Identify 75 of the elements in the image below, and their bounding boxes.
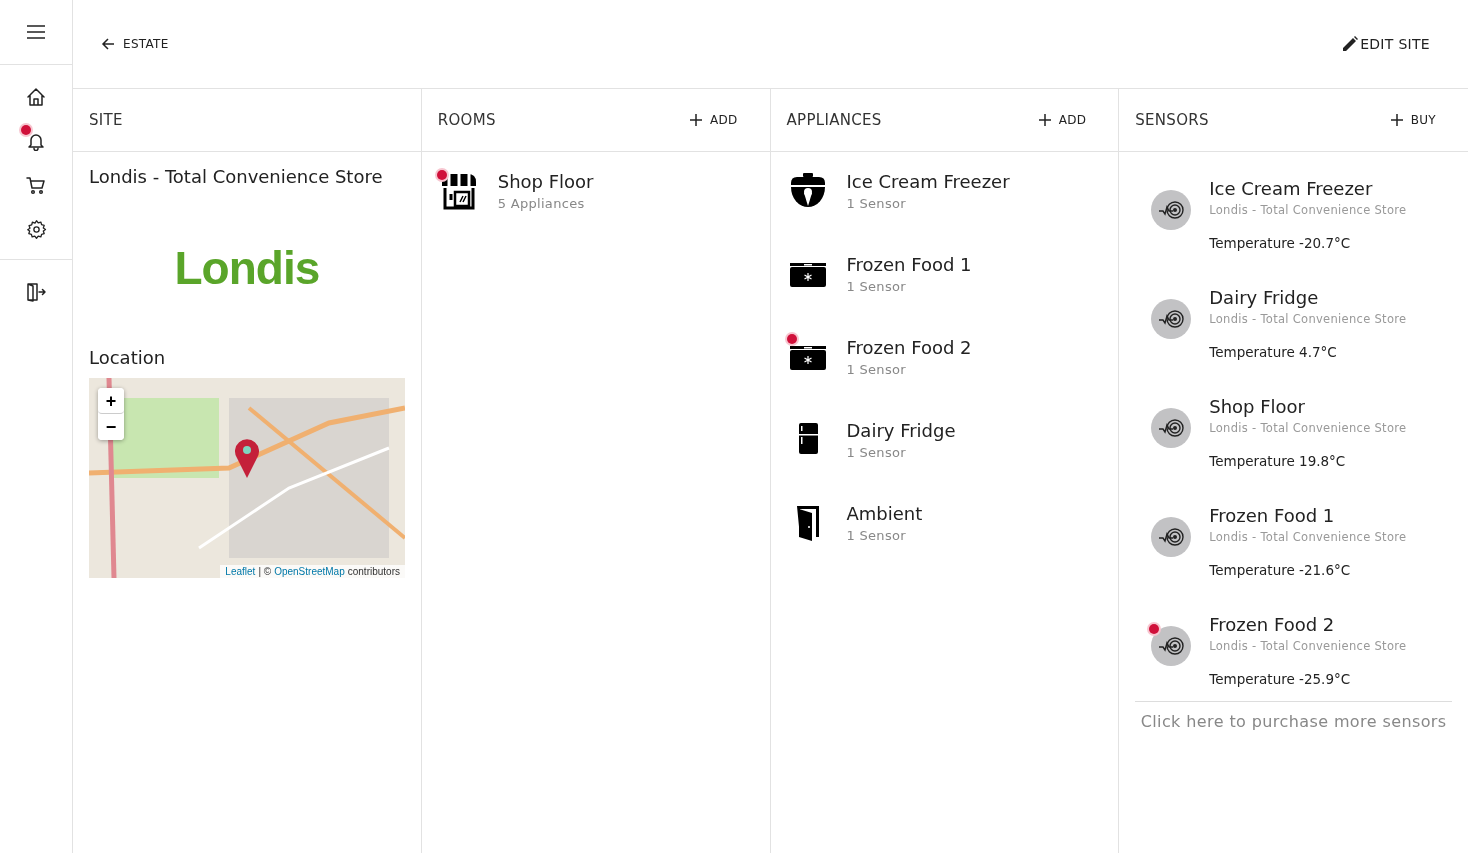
column-title: SITE (89, 111, 123, 129)
site-name: Londis - Total Convenience Store (89, 166, 384, 187)
attribution-link[interactable]: Leaflet (225, 566, 256, 577)
appliance-item[interactable]: Ice Cream Freezer 1 Sensor (786, 170, 1103, 212)
sensor-signal-icon (1158, 201, 1185, 219)
sensor-signal-icon (1158, 528, 1185, 546)
back-button[interactable]: ESTATE (97, 33, 173, 55)
sensor-name: Frozen Food 1 (1209, 505, 1336, 526)
sensor-site: Londis - Total Convenience Store (1209, 203, 1407, 217)
sensor-name: Dairy Fridge (1209, 287, 1320, 308)
logo: Londis (173, 241, 321, 295)
home-icon (26, 87, 46, 107)
appliance-name: Frozen Food 1 (846, 254, 972, 275)
appliance-detail: 1 Sensor (846, 528, 907, 543)
sensor-signal-icon (1158, 419, 1185, 437)
column-title: ROOMS (437, 111, 496, 129)
location-title: Location (89, 347, 167, 368)
appliance-detail: 1 Sensor (846, 362, 907, 377)
sensor-reading: Temperature -20.7°C (1209, 235, 1352, 251)
appliance-detail: 1 Sensor (846, 445, 907, 460)
bell-icon (26, 131, 46, 151)
sensor-signal-icon (1158, 637, 1185, 655)
column-action-button[interactable]: ADD (685, 109, 742, 131)
sensor-signal-icon (1158, 310, 1185, 328)
sensor-reading: Temperature 19.8°C (1209, 453, 1347, 469)
appliance-detail: 1 Sensor (846, 279, 907, 294)
sensor-site: Londis - Total Convenience Store (1209, 639, 1407, 653)
sensor-item[interactable]: Ice Cream Freezer Londis - Total Convenience Store Temperature -20.7°C (1151, 178, 1452, 251)
sensor-name: Shop Floor (1209, 396, 1307, 417)
zoom-out-button[interactable]: − (98, 414, 124, 440)
appliance-name: Dairy Fridge (846, 420, 956, 441)
plus-icon (689, 114, 702, 126)
sensor-name: Ice Cream Freezer (1209, 178, 1374, 199)
sensor-site: Londis - Total Convenience Store (1209, 421, 1407, 435)
appliance-name: Ambient (846, 503, 923, 524)
menu-icon (27, 25, 45, 39)
column-action-button[interactable]: BUY (1386, 109, 1440, 131)
plus-icon (1390, 114, 1403, 126)
column-title: APPLIANCES (786, 111, 882, 129)
edit-site-button[interactable]: EDIT SITE (1338, 32, 1434, 56)
pencil-icon (1342, 36, 1359, 52)
sensor-item[interactable]: Frozen Food 2 Londis - Total Convenience Store Temperature -25.9°C (1151, 614, 1452, 687)
column-action-button[interactable]: ADD (1034, 109, 1091, 131)
sensor-reading: Temperature -21.6°C (1209, 562, 1352, 578)
plus-icon (1038, 114, 1051, 126)
sensor-reading: Temperature 4.7°C (1209, 344, 1338, 360)
map-pin-icon (234, 438, 260, 478)
column-title: SENSORS (1135, 111, 1209, 129)
sensor-reading: Temperature -25.9°C (1209, 671, 1352, 687)
map[interactable]: + − Leaflet | © OpenStreetMap contributors (89, 378, 405, 578)
appliance-item[interactable]: Frozen Food 2 1 Sensor (786, 336, 1103, 378)
appliance-detail: 1 Sensor (846, 196, 907, 211)
room-name: Shop Floor (497, 171, 594, 192)
attribution-link[interactable]: OpenStreetMap (274, 566, 345, 577)
zoom-in-button[interactable]: + (98, 388, 124, 414)
purchase-sensors-link[interactable]: Click here to purchase more sensors (1119, 702, 1468, 741)
attribution-text: | © (258, 566, 272, 577)
room-item[interactable]: Shop Floor 5 Appliances (437, 170, 754, 212)
appliance-name: Ice Cream Freezer (846, 171, 1010, 192)
appliance-item[interactable]: Frozen Food 1 1 Sensor (786, 253, 1103, 295)
sensor-site: Londis - Total Convenience Store (1209, 530, 1407, 544)
attribution-text: contributors (347, 566, 400, 577)
exit-door-icon (26, 282, 46, 302)
back-arrow-icon (101, 37, 115, 51)
sensor-item[interactable]: Dairy Fridge Londis - Total Convenience Store Temperature 4.7°C (1151, 287, 1452, 360)
sensor-item[interactable]: Shop Floor Londis - Total Convenience Store Temperature 19.8°C (1151, 396, 1452, 469)
sensor-item[interactable]: Frozen Food 1 Londis - Total Convenience Store Temperature -21.6°C (1151, 505, 1452, 578)
sensor-site: Londis - Total Convenience Store (1209, 312, 1407, 326)
appliance-item[interactable]: Dairy Fridge 1 Sensor (786, 419, 1103, 461)
settings-icon (25, 218, 47, 240)
appliance-item[interactable]: Ambient 1 Sensor (786, 502, 1103, 544)
appliance-name: Frozen Food 2 (846, 337, 972, 358)
cart-icon (26, 175, 46, 195)
room-detail: 5 Appliances (497, 196, 586, 211)
sensor-name: Frozen Food 2 (1209, 614, 1336, 635)
